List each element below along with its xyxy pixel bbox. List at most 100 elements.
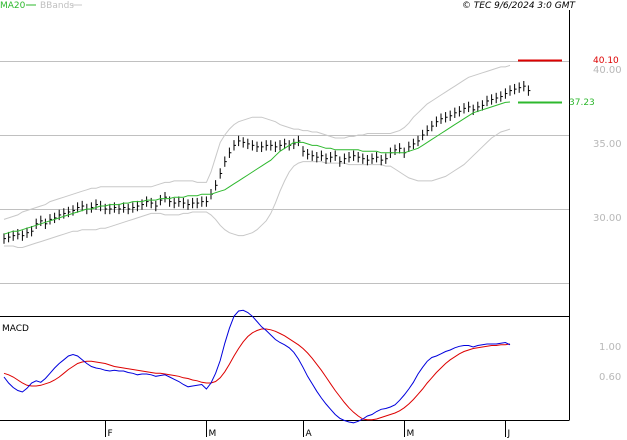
price-bar: [422, 129, 425, 141]
price-bar: [109, 203, 112, 215]
price-bar: [173, 197, 177, 209]
price-bar: [302, 146, 305, 157]
price-bar: [279, 140, 282, 151]
price-bar: [12, 230, 16, 241]
macd-signal-line: [3, 328, 511, 421]
price-bar: [49, 214, 52, 225]
price-bar: [123, 202, 126, 213]
price-bar: [293, 138, 296, 150]
price-bar: [8, 231, 11, 243]
month-label: A: [306, 429, 313, 439]
ma-value-label: 37.23: [569, 98, 595, 108]
bollinger-bands: [3, 64, 511, 248]
price-bar: [486, 95, 489, 107]
price-bar: [385, 153, 388, 164]
price-bar: [463, 103, 466, 114]
price-bar: [44, 218, 48, 229]
price-bar: [472, 104, 476, 116]
price-bar: [495, 92, 499, 104]
price-bar: [339, 156, 342, 167]
price-bar: [238, 135, 241, 147]
price-bar: [205, 196, 209, 207]
price-bar: [518, 82, 522, 93]
price-bar: [330, 152, 333, 163]
price-bar: [440, 113, 443, 124]
price-bar: [261, 141, 264, 153]
price-bar: [500, 91, 503, 102]
price-bar: [348, 152, 351, 163]
legend-bbands: BBands: [40, 1, 74, 11]
price-bar: [215, 180, 218, 191]
macd-line: [3, 309, 511, 424]
price-bar: [334, 150, 338, 161]
timestamp-stamp: © TEC 9/6/2024 3:0 GMT: [462, 1, 577, 11]
price-bar: [242, 137, 246, 148]
price-bar: [201, 196, 204, 207]
time-axis: FMAMJ: [105, 420, 511, 439]
price-bar: [113, 202, 117, 213]
price-bar: [366, 154, 370, 166]
price-levels: [518, 59, 562, 104]
price-bar: [426, 125, 430, 136]
price-bar: [233, 140, 236, 151]
price-bar: [325, 153, 328, 164]
price-bar: [417, 135, 420, 147]
price-bar: [380, 154, 384, 166]
price-bar: [362, 153, 365, 164]
price-bar: [187, 199, 190, 210]
price-bar: [31, 226, 34, 237]
price-bar: [67, 206, 71, 218]
price-bar: [491, 94, 494, 105]
price-bar: [316, 152, 319, 163]
price-bar: [270, 140, 273, 151]
resistance-label: 40.10: [593, 56, 619, 66]
price-bar: [504, 88, 508, 99]
ma20-line-group: [3, 101, 511, 235]
price-bar: [192, 197, 195, 209]
price-bar: [412, 138, 416, 150]
price-bar: [454, 107, 457, 118]
price-bar: [435, 116, 439, 127]
price-bar: [164, 191, 167, 203]
price-bar: [371, 153, 374, 164]
price-bar: [468, 101, 471, 113]
price-bar: [58, 209, 62, 221]
macd-panel: 1.00 0.60: [3, 309, 621, 424]
price-bar: [35, 218, 39, 229]
price-bar: [527, 85, 531, 96]
price-bar: [118, 203, 121, 215]
price-grid: 40.00 35.00 30.00: [0, 61, 622, 284]
macd-title: MACD: [2, 324, 29, 334]
price-bar: [297, 135, 301, 147]
price-bar: [146, 196, 149, 207]
price-bar: [256, 141, 259, 153]
month-label: J: [507, 429, 511, 439]
month-label: M: [407, 429, 415, 439]
ma20-line: [3, 101, 511, 235]
price-bar: [21, 230, 25, 241]
price-bar: [159, 194, 163, 206]
price-bar: [228, 147, 232, 158]
price-bar: [353, 150, 356, 161]
price-bar: [95, 199, 98, 210]
price-bar: [72, 205, 75, 216]
price-bar: [320, 150, 324, 161]
price-bar: [311, 150, 315, 161]
price-bar: [224, 156, 227, 167]
price-tick-label: 30.00: [593, 213, 622, 224]
price-bar: [132, 202, 135, 213]
price-bar: [357, 152, 361, 163]
price-bar: [40, 215, 43, 227]
price-bar: [399, 143, 402, 154]
month-label: M: [209, 429, 217, 439]
price-bar: [523, 80, 526, 92]
price-bar: [445, 112, 448, 123]
price-bar: [274, 141, 278, 153]
macd-tick-label: 1.00: [599, 342, 621, 353]
price-bar: [219, 168, 223, 179]
price-bar: [307, 149, 310, 160]
macd-tick-label: 0.60: [599, 372, 621, 383]
price-bar: [251, 140, 255, 151]
price-bar: [182, 197, 186, 209]
technical-chart: 40.00 35.00 30.00 1.00 0.60 F M A M J MA20 BBan…: [0, 1, 622, 439]
